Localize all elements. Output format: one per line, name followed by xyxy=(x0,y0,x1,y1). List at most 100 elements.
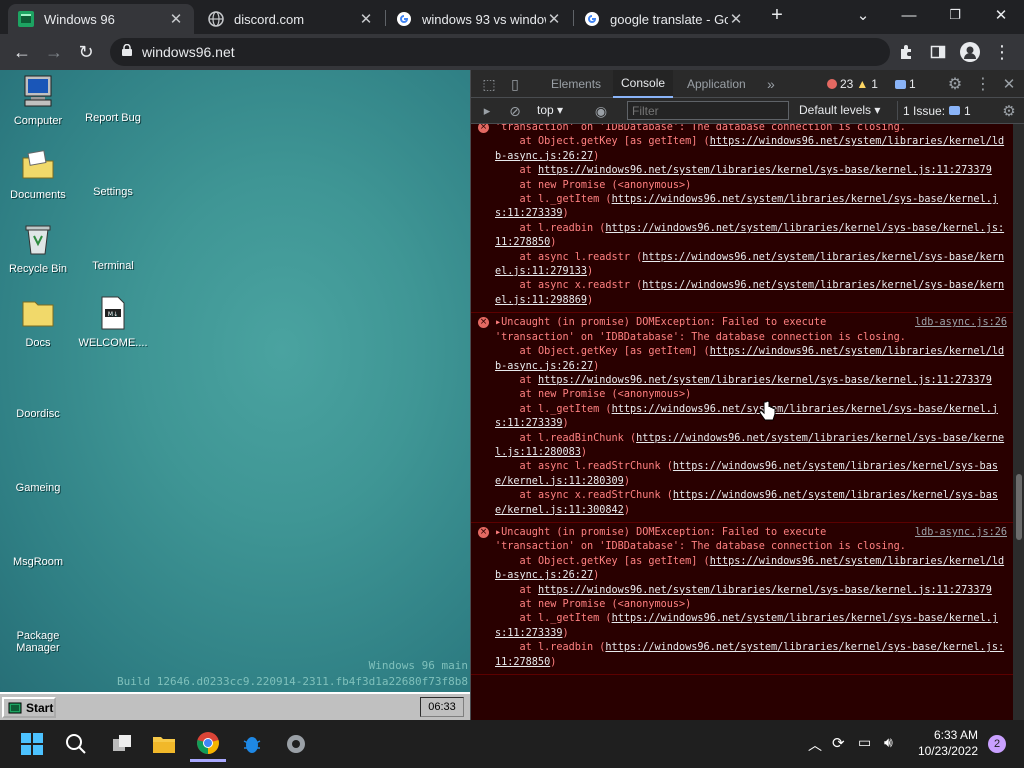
hand-cursor-icon xyxy=(759,400,776,421)
app-icon xyxy=(21,370,55,404)
stack-trace-text: at l.readbin ( xyxy=(495,222,606,234)
error-source-link[interactable]: ldb-async.js:26 xyxy=(915,526,1007,540)
clock[interactable]: 6:33 AM 10/23/2022 xyxy=(914,728,978,758)
icon-label: Package Manager xyxy=(16,630,60,654)
tab-application[interactable]: Application xyxy=(679,70,754,98)
issues-button[interactable]: 1 Issue: 1 xyxy=(897,101,976,120)
desktop-icon-computer[interactable]: Computer xyxy=(3,74,73,127)
file-explorer-icon[interactable] xyxy=(146,726,182,762)
stack-trace-text: at l.readbin ( xyxy=(495,642,606,654)
console-output[interactable]: × 'transaction' on 'IDBDatabase': The dat… xyxy=(471,124,1013,720)
error-warning-counter[interactable]: 23 ▲ 1 xyxy=(827,76,878,92)
stack-trace-line: at https://windows96.net/system/librarie… xyxy=(495,374,1007,388)
notification-badge[interactable]: 2 xyxy=(988,735,1006,753)
stack-trace-text: ) xyxy=(562,418,569,430)
tab-discord[interactable]: discord.com ✕ xyxy=(198,4,384,34)
error-circle-icon: × xyxy=(478,526,489,538)
stack-trace-text: at async x.readStrChunk ( xyxy=(495,490,673,502)
scrollbar-thumb[interactable] xyxy=(1016,474,1022,540)
more-tabs-icon[interactable]: » xyxy=(759,70,783,98)
side-panel-icon[interactable] xyxy=(924,38,952,66)
levels-label: Default levels xyxy=(799,103,872,117)
stack-trace-text: at xyxy=(495,165,538,177)
profile-avatar-icon[interactable] xyxy=(956,38,984,66)
console-error-entry[interactable]: × ldb-async.js:26 ▸Uncaught (in promise) D… xyxy=(471,313,1013,523)
settings-icon xyxy=(96,148,130,182)
close-icon[interactable]: ✕ xyxy=(728,10,744,28)
desktop-icon-docs[interactable]: Docs xyxy=(3,296,73,349)
tab-elements[interactable]: Elements xyxy=(543,70,609,98)
console-error-entry[interactable]: × 'transaction' on 'IDBDatabase': The dat… xyxy=(471,124,1013,314)
close-icon[interactable]: ✕ xyxy=(168,10,184,28)
reload-icon[interactable]: ↻ xyxy=(72,38,100,66)
minimize-icon[interactable]: — xyxy=(886,0,932,30)
stack-trace-link[interactable]: https://windows96.net/system/libraries/k… xyxy=(538,375,992,386)
menu-kebab-icon[interactable]: ⋮ xyxy=(988,38,1016,66)
close-window-icon[interactable]: ✕ xyxy=(978,0,1024,30)
tab-google-translate[interactable]: google translate - Google Search ✕ xyxy=(574,4,754,34)
console-settings-icon[interactable]: ⚙ xyxy=(995,97,1023,125)
show-hidden-icons-chevron[interactable]: ︿ xyxy=(808,735,822,755)
network-icon[interactable]: ▭ xyxy=(858,734,871,751)
start-button[interactable]: Start xyxy=(2,697,56,718)
stack-trace-text: ) xyxy=(623,475,630,487)
tab-windows93-search[interactable]: windows 93 vs windows 96 ✕ xyxy=(386,4,572,34)
context-selector[interactable]: top ▾ xyxy=(537,103,563,117)
tab-search-chevron-icon[interactable]: ⌄ xyxy=(840,0,886,30)
tab-console[interactable]: Console xyxy=(613,70,674,98)
desktop-icon-documents[interactable]: Documents xyxy=(3,148,73,201)
issues-label: 1 Issue: xyxy=(903,103,946,118)
close-icon[interactable]: ✕ xyxy=(546,10,562,28)
sidebar-toggle-icon[interactable]: ▸ xyxy=(473,97,501,125)
settings-gear-icon[interactable]: ⚙ xyxy=(941,70,969,98)
back-icon[interactable]: ← xyxy=(8,38,36,66)
stack-trace-text: ) xyxy=(550,656,557,668)
messages-counter[interactable]: 1 xyxy=(895,76,916,92)
desktop-icon-settings[interactable]: Settings xyxy=(78,148,148,198)
clear-console-icon[interactable]: ⊘ xyxy=(501,97,529,125)
search-icon[interactable] xyxy=(58,726,94,762)
sync-icon[interactable]: ⟳ xyxy=(832,734,845,752)
stack-trace-text: at new Promise (<anonymous>) xyxy=(495,599,692,610)
eye-icon[interactable]: ◉ xyxy=(587,97,615,125)
error-source-link[interactable]: ldb-async.js:26 xyxy=(915,316,1007,330)
close-devtools-icon[interactable]: ✕ xyxy=(995,70,1023,98)
console-error-entry[interactable]: × ldb-async.js:26 ▸Uncaught (in promise) D… xyxy=(471,523,1013,676)
filter-input[interactable] xyxy=(627,101,789,120)
win96-clock: 06:33 xyxy=(420,697,464,717)
warning-count: 1 xyxy=(871,77,878,91)
stack-trace-text: at async l.readstr ( xyxy=(495,251,643,263)
app-icon xyxy=(21,444,55,478)
desktop-icon-doordisc[interactable]: Doordisc xyxy=(3,370,73,420)
desktop-icon-welcome[interactable]: M↓ WELCOME.... xyxy=(78,296,148,349)
inspect-element-icon[interactable]: ⬚ xyxy=(475,70,503,98)
bug-app-icon[interactable] xyxy=(234,726,270,762)
desktop-icon-msgroom[interactable]: MsgRoom xyxy=(3,518,73,568)
desktop-icon-recycle-bin[interactable]: Recycle Bin xyxy=(3,222,73,275)
windows-start-icon[interactable] xyxy=(14,726,50,762)
stack-trace-link[interactable]: https://windows96.net/system/libraries/k… xyxy=(538,585,992,596)
restore-icon[interactable]: ❐ xyxy=(932,0,978,30)
tab-windows96[interactable]: Windows 96 ✕ xyxy=(8,4,194,34)
log-levels-dropdown[interactable]: Default levels ▾ xyxy=(799,103,880,117)
globe-icon xyxy=(208,11,224,27)
new-tab-button[interactable]: + xyxy=(754,0,800,30)
devtools-menu-icon[interactable]: ⋮ xyxy=(969,70,997,98)
address-bar[interactable]: windows96.net xyxy=(110,38,890,66)
extensions-puzzle-icon[interactable] xyxy=(892,38,920,66)
chrome-icon[interactable] xyxy=(190,726,226,762)
console-scrollbar[interactable] xyxy=(1013,124,1024,720)
forward-icon[interactable]: → xyxy=(40,38,68,66)
desktop-icon-report-bug[interactable]: Report Bug xyxy=(78,74,148,124)
task-view-icon[interactable] xyxy=(104,726,140,762)
desktop-icon-terminal[interactable]: Terminal xyxy=(78,222,148,272)
icon-label: Recycle Bin xyxy=(8,263,68,275)
error-icon xyxy=(827,79,837,89)
device-toolbar-icon[interactable]: ▯ xyxy=(501,70,529,98)
desktop-icon-gameing[interactable]: Gameing xyxy=(3,444,73,494)
stack-trace-link[interactable]: https://windows96.net/system/libraries/k… xyxy=(538,165,992,176)
close-icon[interactable]: ✕ xyxy=(358,10,374,28)
settings-icon[interactable] xyxy=(278,726,314,762)
volume-icon[interactable]: 🔊︎ xyxy=(884,734,893,751)
desktop-icon-package-manager[interactable]: Package Manager xyxy=(3,592,73,654)
